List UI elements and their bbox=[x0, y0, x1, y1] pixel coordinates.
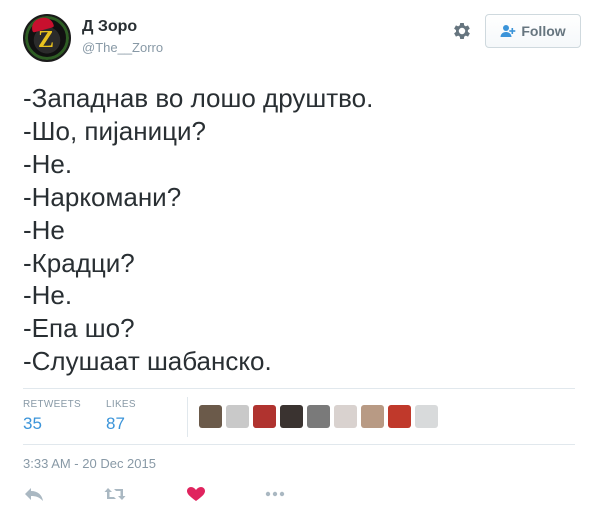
add-user-icon bbox=[500, 25, 516, 37]
tweet-line: -Не bbox=[23, 214, 65, 245]
liker-avatar-6[interactable] bbox=[334, 405, 357, 428]
follow-button-label: Follow bbox=[521, 23, 566, 39]
liker-avatar-2[interactable] bbox=[226, 405, 249, 428]
retweets-label: RETWEETS bbox=[23, 399, 81, 410]
liker-avatar-1[interactable] bbox=[199, 405, 222, 428]
liker-avatar-4[interactable] bbox=[280, 405, 303, 428]
likers-avatars bbox=[199, 405, 438, 428]
liker-avatar-7[interactable] bbox=[361, 405, 384, 428]
stats-separator bbox=[187, 397, 188, 437]
liker-avatar-9[interactable] bbox=[415, 405, 438, 428]
tweet-line: -Не. bbox=[23, 280, 73, 311]
tweet-timestamp[interactable]: 3:33 AM - 20 Dec 2015 bbox=[23, 456, 156, 471]
tweet-line: -Слушаат шабанско. bbox=[23, 346, 272, 377]
retweets-stat[interactable]: RETWEETS 35 bbox=[23, 399, 81, 434]
like-icon[interactable] bbox=[185, 486, 207, 502]
liker-avatar-5[interactable] bbox=[307, 405, 330, 428]
reply-icon[interactable] bbox=[23, 486, 45, 502]
liker-avatar-8[interactable] bbox=[388, 405, 411, 428]
tweet-line: -Крадци? bbox=[23, 247, 135, 278]
tweet-text: -Западнав во лошо друштво. -Шо, пијаници… bbox=[23, 82, 583, 378]
follow-button[interactable]: Follow bbox=[485, 14, 581, 48]
stats-divider-bottom bbox=[23, 444, 575, 445]
display-name[interactable]: Д Зоро bbox=[82, 18, 137, 36]
avatar-zorro-logo: Z bbox=[38, 27, 55, 53]
tweet-line: -Западнав во лошо друштво. bbox=[23, 83, 374, 113]
liker-avatar-3[interactable] bbox=[253, 405, 276, 428]
stats-divider-top bbox=[23, 388, 575, 389]
tweet-line: -Шо, пијаници? bbox=[23, 115, 206, 146]
tweet-line: -Наркомани? bbox=[23, 181, 182, 212]
retweet-icon[interactable] bbox=[104, 486, 126, 502]
user-handle[interactable]: @The__Zorro bbox=[82, 40, 163, 55]
gear-icon[interactable] bbox=[451, 20, 473, 42]
likes-count: 87 bbox=[106, 414, 125, 433]
tweet-line: -Не. bbox=[23, 148, 73, 179]
likes-label: LIKES bbox=[106, 399, 136, 410]
likes-stat[interactable]: LIKES 87 bbox=[106, 399, 136, 434]
tweet-line: -Епа шо? bbox=[23, 313, 135, 344]
retweets-count: 35 bbox=[23, 414, 42, 433]
user-avatar[interactable]: Z bbox=[23, 14, 71, 62]
more-icon[interactable] bbox=[264, 486, 286, 502]
